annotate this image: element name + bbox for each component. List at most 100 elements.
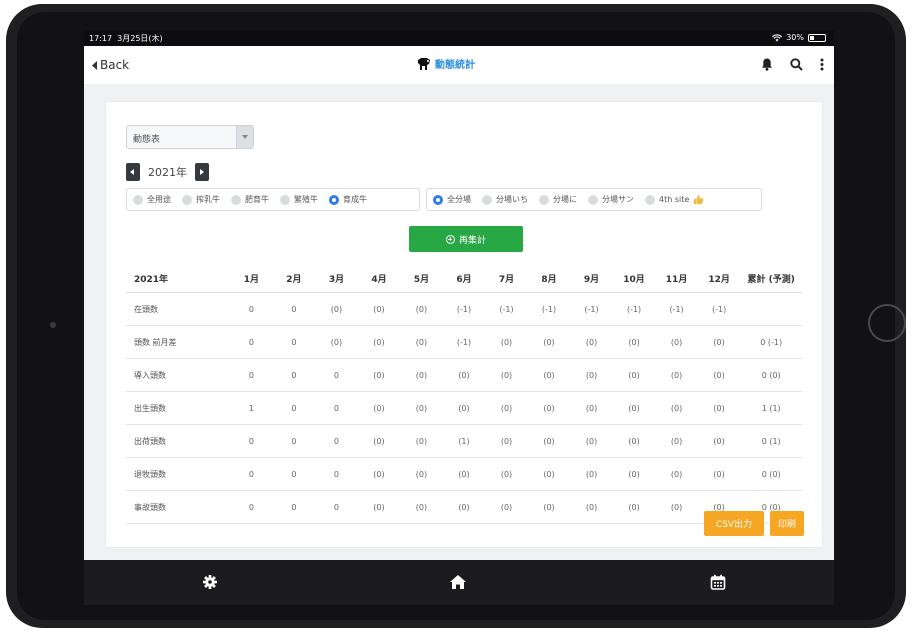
status-time: 17:17 3月25日(木) <box>89 34 163 43</box>
table-header-row: 2021年 1月 2月 3月 4月 5月 6月 7月 8月 9月 10月 11月 12月 累計 (予測) <box>126 264 802 293</box>
nav-actions <box>761 56 824 75</box>
usage-option[interactable]: 肥育牛 <box>231 194 269 205</box>
status-right: 30% <box>772 33 826 42</box>
usage-radio-group: 全用途 搾乳牛 肥育牛 繁殖牛 育成牛 <box>126 188 420 211</box>
table-row: 退牧頭数 0 0 0 (0) (0) (0) (0) (0) (0) (0) (0) (0) 0 (0) <box>126 457 802 491</box>
table-cell: (0) <box>357 358 401 392</box>
table-cell: (0) <box>442 457 486 491</box>
table-cell: 0 (-1) <box>740 325 802 359</box>
table-cell: (-1) <box>655 292 698 326</box>
usage-option[interactable]: 全用途 <box>133 194 171 205</box>
row-label: 事故頭数 <box>126 490 231 524</box>
table-cell: 0 <box>272 457 316 491</box>
table-cell <box>740 292 802 326</box>
stats-table: 2021年 1月 2月 3月 4月 5月 6月 7月 8月 9月 10月 11月 12月 累計 (予測) … <box>126 264 802 524</box>
table-cell: (0) <box>655 490 698 524</box>
previous-year-button[interactable] <box>126 163 140 181</box>
stats-panel: 動態表 2021年 全用途 搾乳牛 肥育牛 繁殖牛 育成牛 全分場 分場いち 分場に 分場サン… <box>106 102 822 547</box>
next-year-button[interactable] <box>195 163 209 181</box>
table-cell: 0 <box>315 391 358 425</box>
calendar-icon[interactable] <box>708 572 728 592</box>
table-cell: (-1) <box>485 292 528 326</box>
table-cell: (0) <box>485 457 528 491</box>
table-cell: (0) <box>527 391 571 425</box>
column-header: 2月 <box>272 264 316 293</box>
table-cell: 0 <box>272 490 316 524</box>
table-cell: (0) <box>442 358 486 392</box>
row-label: 出荷頭数 <box>126 424 231 458</box>
search-icon[interactable] <box>790 56 803 75</box>
csv-export-button[interactable]: CSV出力 <box>704 511 764 536</box>
table-cell: (0) <box>655 457 698 491</box>
site-option[interactable]: 4th site <box>645 194 704 205</box>
table-cell: (0) <box>357 325 401 359</box>
row-label: 導入頭数 <box>126 358 231 392</box>
table-cell: (0) <box>485 358 528 392</box>
table-cell: (0) <box>315 292 358 326</box>
print-button[interactable]: 印刷 <box>770 511 804 536</box>
table-cell: (0) <box>697 424 741 458</box>
usage-option[interactable]: 搾乳牛 <box>182 194 220 205</box>
table-cell: (0) <box>400 358 443 392</box>
column-header: 8月 <box>527 264 571 293</box>
site-option-label: 分場サン <box>602 195 634 204</box>
column-header: 5月 <box>400 264 443 293</box>
site-option[interactable]: 全分場 <box>433 194 471 205</box>
table-cell: (-1) <box>442 325 486 359</box>
table-row: 頭数 前月差 0 0 (0) (0) (0) (-1) (0) (0) (0) (0) (0) (0) 0… <box>126 325 802 359</box>
year-label: 2021年 <box>148 166 187 179</box>
chevron-left-icon <box>92 60 97 70</box>
column-header: 6月 <box>442 264 486 293</box>
table-cell: (0) <box>612 325 656 359</box>
site-option[interactable]: 分場いち <box>482 194 528 205</box>
table-cell: (0) <box>655 391 698 425</box>
table-row: 出生頭数 1 0 0 (0) (0) (0) (0) (0) (0) (0) (0) (0) 1 (1) <box>126 391 802 425</box>
table-cell: 0 <box>315 457 358 491</box>
recalculate-button[interactable]: 再集計 <box>409 226 523 252</box>
battery-icon <box>808 33 826 42</box>
site-option-label: 全分場 <box>447 195 471 204</box>
gear-icon[interactable] <box>200 572 220 592</box>
table-cell: (0) <box>697 358 741 392</box>
table-cell: (0) <box>357 424 401 458</box>
usage-option[interactable]: 繁殖牛 <box>280 194 318 205</box>
table-cell: (0) <box>527 457 571 491</box>
bell-icon[interactable] <box>761 56 773 75</box>
table-cell: (0) <box>485 424 528 458</box>
table-cell: (0) <box>400 490 443 524</box>
back-button[interactable]: Back <box>92 58 129 72</box>
table-cell: 0 <box>315 358 358 392</box>
front-camera <box>50 322 56 328</box>
table-cell: (-1) <box>442 292 486 326</box>
table-cell: (1) <box>442 424 486 458</box>
nav-bar: Back 動態統計 <box>84 46 834 84</box>
table-cell: (0) <box>357 391 401 425</box>
site-option[interactable]: 分場に <box>539 194 577 205</box>
table-cell: 0 <box>230 490 273 524</box>
usage-option[interactable]: 育成牛 <box>329 194 367 205</box>
table-cell: (0) <box>697 457 741 491</box>
table-cell: (0) <box>570 358 613 392</box>
radio-unchecked-icon <box>539 194 549 205</box>
site-option[interactable]: 分場サン <box>588 194 634 205</box>
table-cell: (0) <box>400 391 443 425</box>
table-cell: 0 <box>230 424 273 458</box>
home-hardware-button[interactable] <box>868 304 906 342</box>
table-row: 在頭数 0 0 (0) (0) (0) (-1) (-1) (-1) (-1) (-1) (-1) (-… <box>126 292 802 326</box>
table-cell: (0) <box>400 292 443 326</box>
table-cell: (0) <box>697 391 741 425</box>
table-cell: 0 <box>315 424 358 458</box>
column-header: 累計 (予測) <box>740 264 802 293</box>
radio-unchecked-icon <box>231 194 241 205</box>
table-cell: 0 <box>230 358 273 392</box>
cow-logo-icon <box>418 57 430 70</box>
table-type-select[interactable]: 動態表 <box>126 125 254 149</box>
table-cell: 0 <box>230 457 273 491</box>
table-cell: (0) <box>655 325 698 359</box>
table-cell: (0) <box>442 391 486 425</box>
more-vertical-icon[interactable] <box>820 56 824 75</box>
thumbs-up-icon <box>694 195 704 204</box>
column-header: 4月 <box>357 264 401 293</box>
radio-checked-icon <box>329 194 339 205</box>
home-icon[interactable] <box>448 572 468 592</box>
